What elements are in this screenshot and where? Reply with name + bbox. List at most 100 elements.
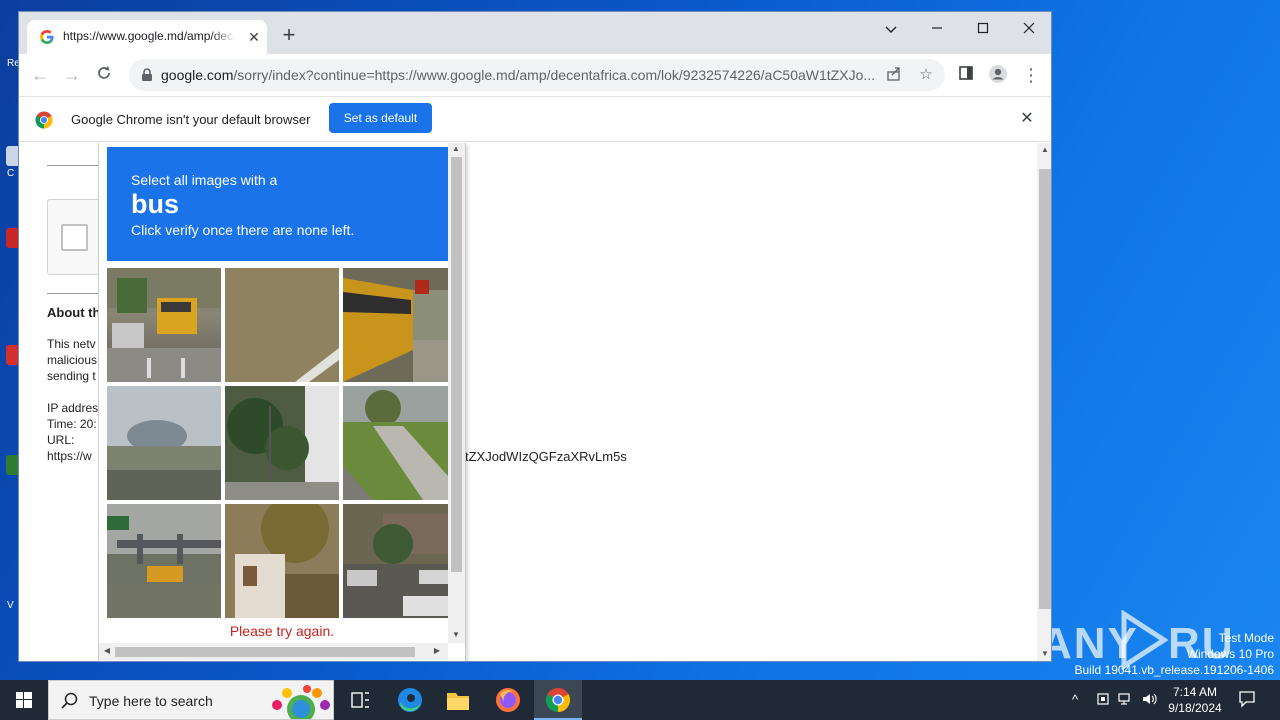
default-browser-infobar: Google Chrome isn't your default browser…: [19, 96, 1051, 142]
google-g-icon: [39, 29, 55, 45]
captcha-instruction-top: Select all images with a: [131, 172, 278, 188]
house-with-trees-image: [225, 504, 339, 618]
school-bus-closeup-image: [343, 268, 457, 382]
notifications-icon[interactable]: [1238, 690, 1256, 711]
test-mode-watermark: Test Mode Windows 10 Pro Build 19041.vb_…: [1075, 630, 1275, 678]
lock-icon[interactable]: [141, 68, 155, 82]
set-as-default-button[interactable]: Set as default: [329, 103, 432, 133]
captcha-vertical-scrollbar[interactable]: ▲ ▼: [448, 143, 465, 643]
volume-icon[interactable]: [1142, 692, 1158, 709]
side-panel-icon[interactable]: [955, 64, 977, 86]
page-vertical-scrollbar[interactable]: ▲ ▼: [1037, 143, 1051, 661]
firefox-icon[interactable]: [484, 680, 532, 720]
tab-search-chevron-icon[interactable]: [868, 16, 914, 44]
info-line: https://w: [47, 449, 92, 463]
file-explorer-icon[interactable]: [434, 680, 482, 720]
scrollbar-thumb[interactable]: [1039, 169, 1051, 609]
paragraph-line: sending t: [47, 369, 96, 383]
suburban-sidewalk-image: [343, 386, 457, 500]
scrollbar-thumb[interactable]: [115, 647, 415, 657]
url-host: google.com: [161, 67, 234, 83]
captcha-tile[interactable]: [225, 386, 339, 500]
info-line: IP addres: [47, 401, 99, 415]
clock-time: 7:14 AM: [1172, 685, 1218, 699]
desktop-icon-label: C: [7, 168, 15, 179]
watermark-line: Windows 10 Pro: [1186, 647, 1274, 661]
network-icon[interactable]: [1118, 692, 1134, 709]
search-placeholder: Type here to search: [89, 693, 213, 709]
captcha-tile[interactable]: [343, 504, 457, 618]
captcha-tile[interactable]: [225, 268, 339, 382]
recaptcha-checkbox[interactable]: [61, 224, 88, 251]
captcha-tile[interactable]: [343, 386, 457, 500]
chrome-logo-icon: [35, 111, 53, 129]
browser-tab[interactable]: https://www.google.md/amp/decentafrica.c…: [27, 20, 267, 54]
scroll-up-arrow-icon[interactable]: ▲: [448, 144, 464, 153]
divider: [47, 165, 99, 166]
maximize-icon[interactable]: [960, 16, 1006, 44]
chrome-window: https://www.google.md/amp/decentafrica.c…: [18, 11, 1052, 662]
scrollbar-thumb[interactable]: [451, 157, 462, 572]
captcha-horizontal-scrollbar[interactable]: ◀ ▶: [99, 643, 448, 660]
share-icon[interactable]: [885, 66, 903, 84]
captcha-tile[interactable]: [107, 386, 221, 500]
browser-toolbar: ← → google.com/sorry/index?continue=http…: [19, 54, 1051, 96]
reload-icon[interactable]: [93, 64, 115, 86]
minimize-icon[interactable]: [914, 16, 960, 44]
divider: [47, 293, 99, 294]
edge-browser-icon[interactable]: [386, 680, 434, 720]
tab-strip: https://www.google.md/amp/decentafrica.c…: [19, 12, 1051, 54]
parked-cars-house-image: [343, 504, 457, 618]
captcha-error-message: Please try again.: [229, 623, 335, 639]
windows-start-icon[interactable]: [0, 680, 48, 720]
watermark-line: Test Mode: [1218, 631, 1274, 645]
paragraph-line: malicious: [47, 353, 98, 367]
captcha-tile[interactable]: [343, 268, 457, 382]
captcha-tile[interactable]: [107, 504, 221, 618]
tray-device-icon[interactable]: [1096, 692, 1110, 709]
address-url[interactable]: google.com/sorry/index?continue=https://…: [161, 67, 875, 83]
forward-arrow-icon[interactable]: →: [61, 64, 83, 86]
show-hidden-icons-chevron-icon[interactable]: ^: [1072, 692, 1078, 707]
sky-and-road-image: [107, 386, 221, 500]
address-bar[interactable]: google.com/sorry/index?continue=https://…: [129, 59, 945, 91]
close-window-icon[interactable]: [1006, 16, 1051, 44]
scroll-down-arrow-icon[interactable]: ▼: [448, 630, 464, 639]
close-infobar-icon[interactable]: ✕: [1017, 109, 1037, 129]
taskbar-clock[interactable]: 7:14 AM 9/18/2024: [1160, 684, 1230, 716]
taskbar: Type here to search ^ 7:14 AM 9/18/2024: [0, 680, 1280, 720]
kebab-menu-icon[interactable]: ⋮: [1020, 64, 1042, 86]
page-content: About th This netv malicious sending t I…: [19, 143, 1037, 661]
captcha-tile[interactable]: [225, 504, 339, 618]
scroll-down-arrow-icon[interactable]: ▼: [1037, 649, 1051, 658]
street-with-school-bus-image: [107, 268, 221, 382]
info-line: URL:: [47, 433, 75, 447]
profile-avatar-icon[interactable]: [987, 64, 1009, 86]
url-tail-text: tZXJodWIzQGFzaXRvLm5s: [465, 449, 627, 464]
scroll-left-arrow-icon[interactable]: ◀: [99, 646, 115, 655]
captcha-tile[interactable]: [107, 268, 221, 382]
chrome-taskbar-icon[interactable]: [534, 680, 582, 720]
clock-date: 9/18/2024: [1168, 701, 1222, 715]
url-path: /sorry/index?continue=https://www.google…: [233, 67, 875, 83]
infobar-message: Google Chrome isn't your default browser: [71, 112, 311, 127]
bookmark-star-icon[interactable]: ☆: [917, 66, 935, 84]
taskbar-search-box[interactable]: Type here to search: [48, 680, 334, 720]
task-view-icon[interactable]: [336, 680, 384, 720]
captcha-target-word: bus: [131, 189, 180, 219]
watermark-line: Build 19041.vb_release.191206-1406: [1074, 663, 1275, 677]
captcha-challenge-dialog: Select all images with a bus Click verif…: [98, 143, 466, 661]
scroll-right-arrow-icon[interactable]: ▶: [429, 646, 445, 655]
scroll-up-arrow-icon[interactable]: ▲: [1037, 145, 1051, 154]
captcha-instruction-bottom: Click verify once there are none left.: [131, 222, 355, 238]
info-line: Time: 20:: [47, 417, 97, 431]
new-tab-icon[interactable]: +: [277, 24, 301, 48]
tab-close-icon[interactable]: ✕: [245, 28, 263, 46]
tab-title: https://www.google.md/amp/decentafrica.c…: [63, 29, 235, 43]
back-arrow-icon[interactable]: ←: [29, 64, 51, 86]
paragraph-line: This netv: [47, 337, 96, 351]
tree-lined-street-image: [225, 386, 339, 500]
noisy-pavement-image: [225, 268, 339, 382]
search-highlights-illustration-icon: [263, 683, 333, 720]
captcha-header: Select all images with a bus Click verif…: [107, 147, 448, 261]
